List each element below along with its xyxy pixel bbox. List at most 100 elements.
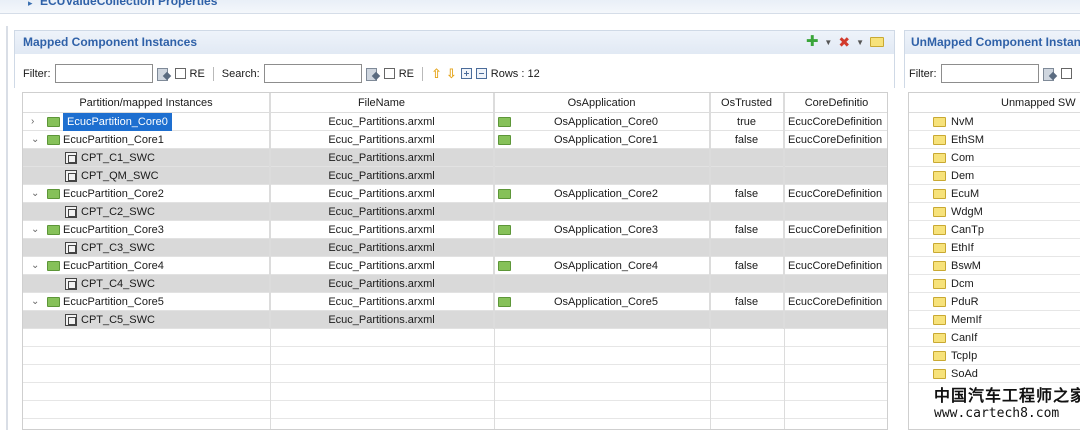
- unmapped-item[interactable]: CanIf: [909, 329, 1080, 347]
- unmapped-item[interactable]: NvM: [909, 113, 1080, 131]
- column-header-filename[interactable]: FileName: [270, 93, 494, 113]
- unmapped-panel-header: UnMapped Component Instances: [904, 30, 1080, 54]
- mapped-panel-header: Mapped Component Instances ✚ ▼ ✖ ▼: [14, 30, 895, 54]
- column-header-ostrusted[interactable]: OsTrusted: [710, 93, 784, 113]
- collapse-chevron-icon[interactable]: ▸: [28, 0, 33, 9]
- unmapped-item[interactable]: Dcm: [909, 275, 1080, 293]
- osapp-name: OsApplication_Core0: [554, 116, 658, 128]
- unmapped-column-label: Unmapped SW: [1001, 97, 1076, 109]
- unmapped-item[interactable]: PduR: [909, 293, 1080, 311]
- cell-osapplication: OsApplication_Core5: [494, 293, 710, 311]
- cell-partition: CPT_C4_SWC: [23, 275, 270, 293]
- cell-ostrusted: false: [710, 131, 784, 149]
- table-row[interactable]: › EcucPartition_Core0 Ecuc_Partitions.arxm…: [23, 113, 887, 131]
- collapse-chevron-icon[interactable]: ⌄: [31, 293, 39, 311]
- unmapped-item[interactable]: Com: [909, 149, 1080, 167]
- delete-icon[interactable]: ✖: [838, 35, 850, 49]
- table-row[interactable]: ⌄ EcucPartition_Core5 Ecuc_Partitions.arxm…: [23, 293, 887, 311]
- move-down-icon[interactable]: ⇩: [446, 66, 457, 82]
- partition-folder-icon: [47, 297, 60, 307]
- unmapped-item[interactable]: CanTp: [909, 221, 1080, 239]
- unmapped-item-label: Com: [951, 152, 975, 164]
- module-folder-icon: [933, 153, 946, 163]
- collapse-chevron-icon[interactable]: ⌄: [31, 185, 39, 203]
- unmapped-filter-input[interactable]: [940, 64, 1039, 83]
- unmapped-re-checkbox[interactable]: [1060, 68, 1072, 79]
- cell-ostrusted: [710, 239, 784, 257]
- table-row[interactable]: CPT_C2_SWC Ecuc_Partitions.arxml: [23, 203, 887, 221]
- unmapped-item[interactable]: EcuM: [909, 185, 1080, 203]
- module-folder-icon: [933, 189, 946, 199]
- table-row[interactable]: CPT_C5_SWC Ecuc_Partitions.arxml: [23, 311, 887, 329]
- collapse-all-icon[interactable]: [475, 68, 487, 79]
- osapp-name: OsApplication_Core1: [554, 134, 658, 146]
- component-icon: [65, 152, 77, 164]
- unmapped-item[interactable]: WdgM: [909, 203, 1080, 221]
- module-folder-icon: [933, 207, 946, 217]
- unmapped-column-header[interactable]: Unmapped SW: [909, 93, 1080, 113]
- partition-name: EcucPartition_Core2: [63, 188, 164, 200]
- filter-options-icon[interactable]: [156, 67, 171, 81]
- filter-re-checkbox[interactable]: [174, 68, 186, 79]
- search-label: Search:: [221, 67, 260, 80]
- cell-partition: › EcucPartition_Core0: [23, 113, 270, 131]
- add-dropdown-icon[interactable]: ▼: [824, 38, 832, 47]
- add-icon[interactable]: ✚: [806, 34, 819, 49]
- table-row[interactable]: CPT_C1_SWC Ecuc_Partitions.arxml: [23, 149, 887, 167]
- cell-ostrusted: [710, 167, 784, 185]
- cell-filename: Ecuc_Partitions.arxml: [270, 203, 494, 221]
- cell-partition: CPT_C3_SWC: [23, 239, 270, 257]
- module-folder-icon: [933, 261, 946, 271]
- table-row[interactable]: CPT_QM_SWC Ecuc_Partitions.arxml: [23, 167, 887, 185]
- cell-osapplication: OsApplication_Core4: [494, 257, 710, 275]
- table-row[interactable]: ⌄ EcucPartition_Core4 Ecuc_Partitions.arxm…: [23, 257, 887, 275]
- column-header-osapplication[interactable]: OsApplication: [494, 93, 710, 113]
- column-header-coredefinition[interactable]: CoreDefinitio: [784, 93, 887, 113]
- rows-count: Rows : 12: [490, 67, 540, 80]
- cell-coredefinition: EcucCoreDefinition: [788, 260, 883, 272]
- cell-filename: Ecuc_Partitions.arxml: [270, 113, 494, 131]
- unmapped-item[interactable]: EthSM: [909, 131, 1080, 149]
- unmapped-item-label: MemIf: [951, 314, 982, 326]
- table-row[interactable]: ⌄ EcucPartition_Core2 Ecuc_Partitions.arxm…: [23, 185, 887, 203]
- unmapped-item-label: CanTp: [951, 224, 985, 236]
- unmapped-item[interactable]: MemIf: [909, 311, 1080, 329]
- expand-chevron-icon[interactable]: ›: [31, 113, 34, 131]
- cell-osapplication: OsApplication_Core2: [494, 185, 710, 203]
- table-row[interactable]: CPT_C4_SWC Ecuc_Partitions.arxml: [23, 275, 887, 293]
- partition-folder-icon: [47, 225, 60, 235]
- osapp-name: OsApplication_Core3: [554, 224, 658, 236]
- unmapped-item[interactable]: BswM: [909, 257, 1080, 275]
- column-header-partition[interactable]: Partition/mapped Instances: [23, 93, 270, 113]
- search-re-checkbox[interactable]: [383, 68, 395, 79]
- collapse-chevron-icon[interactable]: ⌄: [31, 257, 39, 275]
- move-up-icon[interactable]: ⇧: [431, 66, 442, 82]
- cell-partition: ⌄ EcucPartition_Core3: [23, 221, 270, 239]
- unmapped-item[interactable]: EthIf: [909, 239, 1080, 257]
- unmapped-item[interactable]: TcpIp: [909, 347, 1080, 365]
- unmapped-item[interactable]: Dem: [909, 167, 1080, 185]
- osapp-name: OsApplication_Core4: [554, 260, 658, 272]
- cell-coredefinition: EcucCoreDefinition: [788, 134, 883, 146]
- table-row[interactable]: ⌄ EcucPartition_Core3 Ecuc_Partitions.arxm…: [23, 221, 887, 239]
- collapse-chevron-icon[interactable]: ⌄: [31, 221, 39, 239]
- delete-dropdown-icon[interactable]: ▼: [856, 38, 864, 47]
- search-input[interactable]: [263, 64, 362, 83]
- unmapped-item-label: BswM: [951, 260, 981, 272]
- component-name: CPT_C4_SWC: [81, 278, 155, 290]
- osapp-folder-icon: [498, 189, 511, 199]
- cell-osapplication: OsApplication_Core1: [494, 131, 710, 149]
- properties-title[interactable]: ECUValueCollection Properties: [40, 0, 217, 8]
- watermark-cn: 中国汽车工程师之家: [934, 386, 1080, 405]
- table-row[interactable]: CPT_C3_SWC Ecuc_Partitions.arxml: [23, 239, 887, 257]
- unmapped-filter-options-icon[interactable]: [1042, 67, 1057, 81]
- cell-osapplication: [494, 167, 710, 185]
- collapse-chevron-icon[interactable]: ⌄: [31, 131, 39, 149]
- filter-input[interactable]: [54, 64, 153, 83]
- table-row[interactable]: ⌄ EcucPartition_Core1 Ecuc_Partitions.arxm…: [23, 131, 887, 149]
- folder-icon[interactable]: [870, 37, 884, 47]
- cell-ostrusted: true: [710, 113, 784, 131]
- properties-strip: ▸ ECUValueCollection Properties: [0, 0, 1080, 14]
- search-options-icon[interactable]: [365, 67, 380, 81]
- expand-all-icon[interactable]: [460, 68, 472, 79]
